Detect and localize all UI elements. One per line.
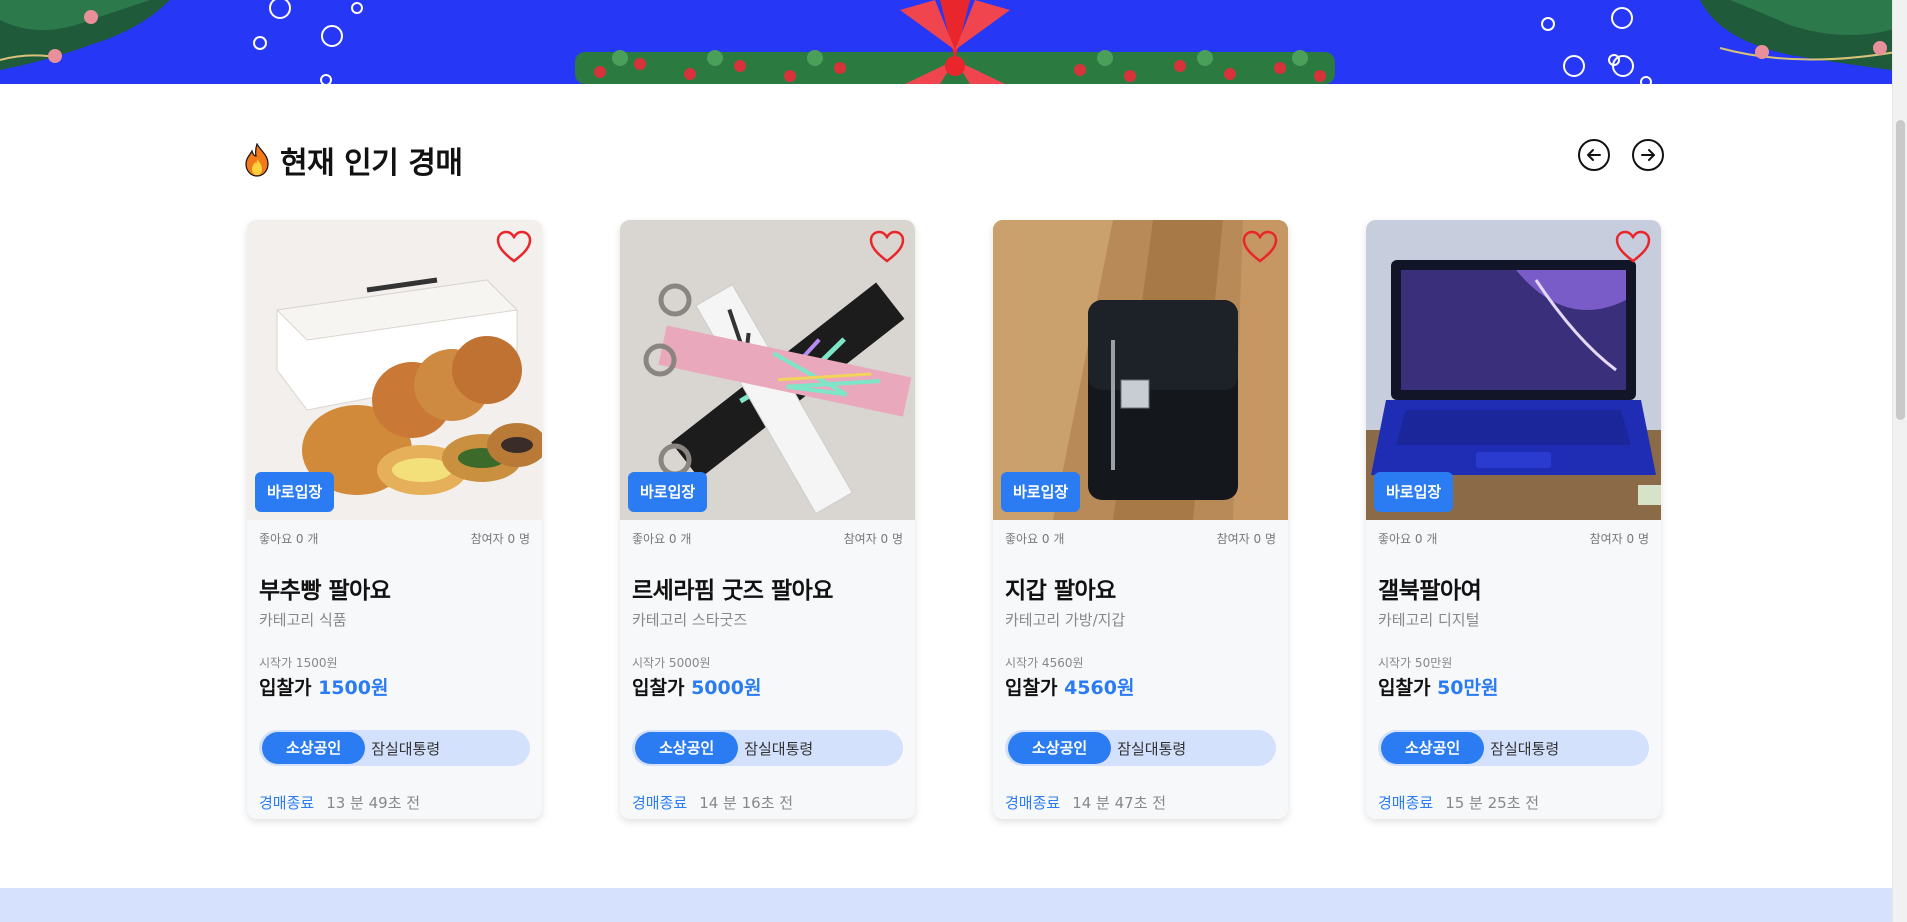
like-count: 좋아요 0 개 [1378,532,1438,546]
like-count: 좋아요 0 개 [632,532,692,546]
product-category: 카테고리 스타굿즈 [632,611,748,629]
christmas-banner [0,0,1907,84]
seller-type-badge: 소상공인 [1381,732,1485,764]
auction-card-list: 바로입장 좋아요 0 개 참여자 0 명 부추빵 팔아요 카테고리 식품 시작가… [247,220,1661,819]
bid-amount: 4560원 [1064,677,1135,699]
participant-count: 참여자 0 명 [470,532,530,546]
bid-label: 입찰가 [1005,677,1058,699]
page-scrollbar[interactable] [1892,0,1907,922]
product-title[interactable]: 갤북팔아여 [1366,547,1661,605]
seller-info: 소상공인 잠실대통령 [259,730,530,766]
seller-info: 소상공인 잠실대통령 [1005,730,1276,766]
auction-ending: 경매종료 14 분 16초 전 [620,766,915,813]
ending-time: 13 분 49초 전 [326,794,421,812]
product-title[interactable]: 지갑 팔아요 [993,547,1288,605]
like-count: 좋아요 0 개 [259,532,319,546]
next-section-band [0,888,1892,922]
participant-count: 참여자 0 명 [1589,532,1649,546]
enter-auction-button[interactable]: 바로입장 [628,472,708,512]
seller-info: 소상공인 잠실대통령 [1378,730,1649,766]
heart-icon[interactable] [869,230,905,264]
heart-icon[interactable] [1615,230,1651,264]
auction-card[interactable]: 바로입장 좋아요 0 개 참여자 0 명 갤북팔아여 카테고리 디지털 시작가 … [1366,220,1661,819]
card-stats: 좋아요 0 개 참여자 0 명 [1366,520,1661,547]
bid-price: 입찰가 1500원 [247,671,542,700]
carousel-next-button[interactable] [1632,139,1664,171]
auction-ending: 경매종료 15 분 25초 전 [1366,766,1661,813]
seller-type-badge: 소상공인 [1008,732,1112,764]
bid-amount: 5000원 [691,677,762,699]
bid-price: 입찰가 50만원 [1366,671,1661,700]
bid-label: 입찰가 [259,677,312,699]
auction-ending: 경매종료 13 분 49초 전 [247,766,542,813]
seller-info: 소상공인 잠실대통령 [632,730,903,766]
product-image[interactable]: 바로입장 [993,220,1288,520]
ending-label: 경매종료 [259,794,315,812]
carousel-prev-button[interactable] [1578,139,1610,171]
ending-time: 15 분 25초 전 [1445,794,1540,812]
auction-card[interactable]: 바로입장 좋아요 0 개 참여자 0 명 부추빵 팔아요 카테고리 식품 시작가… [247,220,542,819]
banner-decoration [0,0,1907,84]
start-price: 시작가 5000원 [632,656,711,670]
heart-icon[interactable] [1242,230,1278,264]
participant-count: 참여자 0 명 [1216,532,1276,546]
product-category: 카테고리 가방/지갑 [1005,611,1126,629]
start-price: 시작가 4560원 [1005,656,1084,670]
start-price: 시작가 1500원 [259,656,338,670]
auction-card[interactable]: 바로입장 좋아요 0 개 참여자 0 명 지갑 팔아요 카테고리 가방/지갑 시… [993,220,1288,819]
bid-label: 입찰가 [632,677,685,699]
section-header: 현재 인기 경매 [244,138,463,182]
seller-location: 잠실대통령 [1117,739,1187,758]
ending-label: 경매종료 [1378,794,1434,812]
enter-auction-button[interactable]: 바로입장 [1374,472,1454,512]
ending-label: 경매종료 [632,794,688,812]
auction-card[interactable]: 바로입장 좋아요 0 개 참여자 0 명 르세라핌 굿즈 팔아요 카테고리 스타… [620,220,915,819]
product-image[interactable]: 바로입장 [1366,220,1661,520]
card-stats: 좋아요 0 개 참여자 0 명 [247,520,542,547]
heart-icon[interactable] [496,230,532,264]
like-count: 좋아요 0 개 [1005,532,1065,546]
product-image[interactable]: 바로입장 [620,220,915,520]
enter-auction-button[interactable]: 바로입장 [255,472,335,512]
product-title[interactable]: 부추빵 팔아요 [247,547,542,605]
bid-price: 입찰가 5000원 [620,671,915,700]
ending-time: 14 분 47초 전 [1072,794,1167,812]
bid-amount: 50만원 [1437,677,1499,699]
ending-time: 14 분 16초 전 [699,794,794,812]
fire-icon [245,143,269,177]
product-category: 카테고리 식품 [259,611,347,629]
auction-ending: 경매종료 14 분 47초 전 [993,766,1288,813]
scrollbar-thumb[interactable] [1896,120,1905,420]
start-price: 시작가 50만원 [1378,656,1453,670]
product-title[interactable]: 르세라핌 굿즈 팔아요 [620,547,915,605]
seller-location: 잠실대통령 [744,739,814,758]
seller-location: 잠실대통령 [371,739,441,758]
bid-amount: 1500원 [318,677,389,699]
bid-label: 입찰가 [1378,677,1431,699]
arrow-right-icon [1641,149,1655,161]
seller-type-badge: 소상공인 [635,732,739,764]
arrow-left-icon [1587,149,1601,161]
participant-count: 참여자 0 명 [843,532,903,546]
bid-price: 입찰가 4560원 [993,671,1288,700]
seller-location: 잠실대통령 [1490,739,1560,758]
product-category: 카테고리 디지털 [1378,611,1480,629]
enter-auction-button[interactable]: 바로입장 [1001,472,1081,512]
section-title: 현재 인기 경매 [280,146,463,181]
card-stats: 좋아요 0 개 참여자 0 명 [993,520,1288,547]
card-stats: 좋아요 0 개 참여자 0 명 [620,520,915,547]
ending-label: 경매종료 [1005,794,1061,812]
product-image[interactable]: 바로입장 [247,220,542,520]
seller-type-badge: 소상공인 [262,732,366,764]
